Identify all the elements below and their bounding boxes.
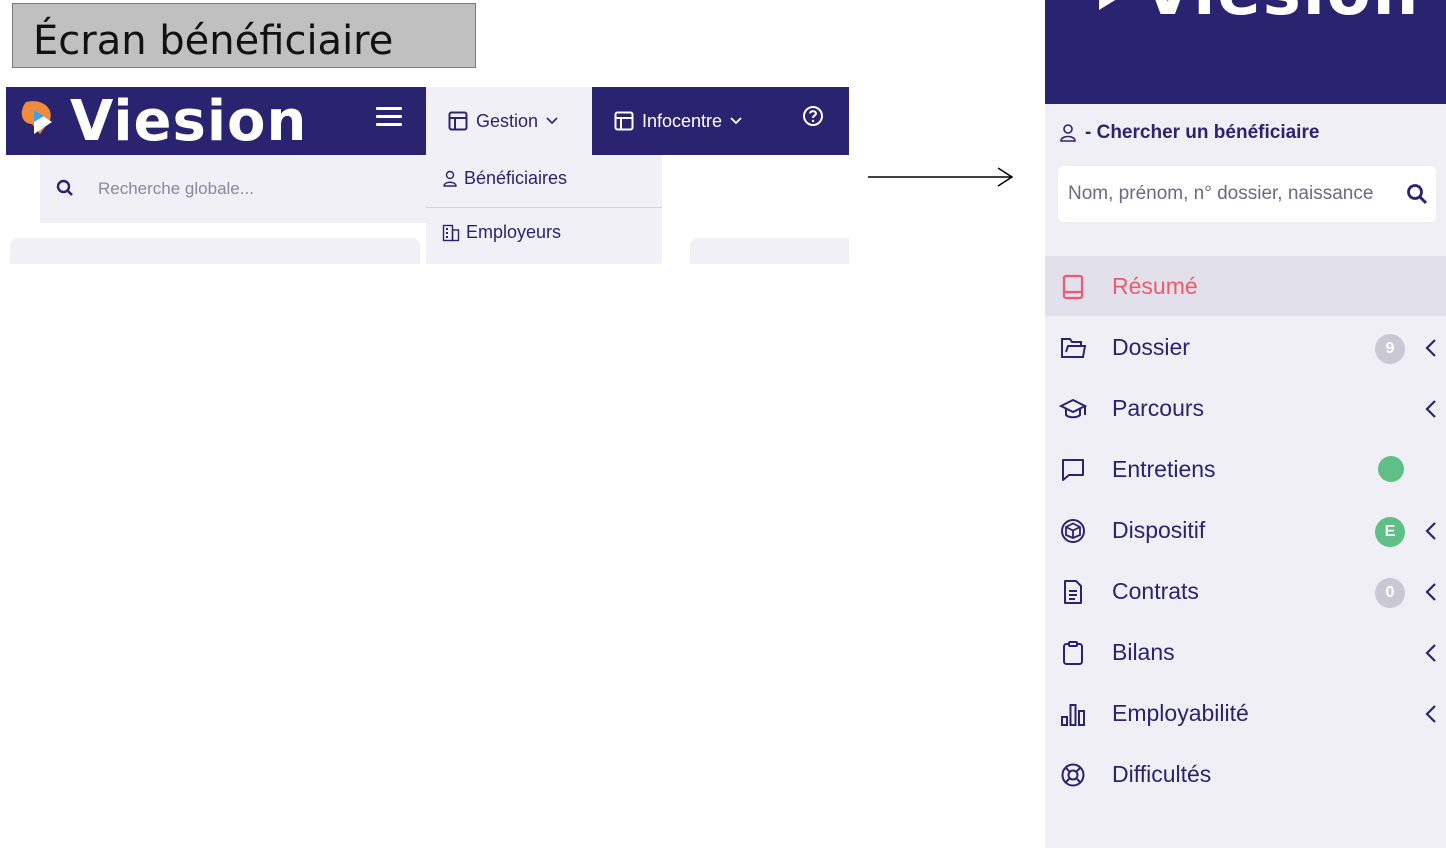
help-circle-icon[interactable] — [802, 105, 824, 127]
sidebar-item-parcours[interactable]: Parcours — [1045, 378, 1446, 438]
status-dot — [1378, 456, 1404, 482]
nav-gestion[interactable]: Gestion — [426, 87, 592, 155]
lifebuoy-icon — [1061, 763, 1085, 787]
nav-infocentre[interactable]: Infocentre — [614, 87, 742, 155]
global-search-input[interactable]: Recherche globale... — [40, 155, 428, 223]
sidebar-item-employabilite[interactable]: Employabilité — [1045, 683, 1446, 743]
status-badge: E — [1375, 517, 1405, 547]
sidebar-item-label: Contrats — [1112, 578, 1199, 604]
chevron-left-icon[interactable] — [1423, 581, 1439, 603]
building-icon — [442, 224, 460, 241]
user-icon — [443, 170, 457, 187]
chevron-left-icon[interactable] — [1423, 337, 1439, 359]
chevron-down-icon — [730, 117, 742, 125]
search-icon[interactable] — [1406, 183, 1428, 205]
sidebar-item-dispositif[interactable]: Dispositif E — [1045, 500, 1446, 560]
sidebar-item-entretiens[interactable]: Entretiens — [1045, 439, 1446, 499]
chevron-left-icon[interactable] — [1423, 703, 1439, 725]
nav-gestion-label: Gestion — [476, 110, 539, 131]
menu-item-label: Bénéficiaires — [464, 168, 568, 188]
user-icon — [1060, 124, 1076, 142]
sidebar-header: Viesion — [1045, 0, 1446, 104]
beneficiary-search-placeholder: Nom, prénom, n° dossier, naissance — [1068, 183, 1374, 204]
book-icon — [1062, 274, 1084, 300]
top-navbar: Viesion Gestion Infocentre — [6, 87, 849, 155]
chevron-left-icon[interactable] — [1423, 642, 1439, 664]
sidebar-item-label: Parcours — [1112, 395, 1205, 421]
search-beneficiary-label: - Chercher un bénéficiaire — [1059, 122, 1319, 144]
sidebar-item-resume[interactable]: Résumé — [1045, 256, 1446, 316]
gestion-dropdown: Bénéficiaires Employeurs — [426, 155, 662, 265]
chevron-down-icon — [546, 117, 558, 125]
crop-edge — [0, 264, 870, 276]
sidebar-item-label: Difficultés — [1112, 761, 1212, 787]
search-icon — [56, 179, 73, 196]
menu-item-employeurs[interactable]: Employeurs — [442, 222, 561, 243]
menu-item-beneficiaires[interactable]: Bénéficiaires — [442, 168, 567, 189]
search-beneficiary-text: - Chercher un bénéficiaire — [1085, 122, 1320, 143]
sidebar-item-label: Bilans — [1112, 639, 1175, 665]
document-icon — [1064, 580, 1082, 604]
hamburger-menu-icon[interactable] — [376, 107, 402, 129]
chat-icon — [1062, 459, 1084, 481]
logo-icon — [21, 101, 52, 134]
count-badge: 9 — [1375, 334, 1405, 364]
sidebar-item-difficultes[interactable]: Difficultés — [1045, 744, 1446, 804]
chevron-left-icon[interactable] — [1423, 398, 1439, 420]
chevron-left-icon[interactable] — [1423, 520, 1439, 542]
logo-text: Viesion — [70, 89, 308, 154]
menu-item-label: Employeurs — [466, 222, 562, 242]
sidebar-item-dossier[interactable]: Dossier 9 — [1045, 317, 1446, 377]
divider — [426, 207, 662, 208]
arrow-right-icon — [868, 167, 1014, 187]
logo-icon — [1099, 0, 1116, 10]
sidebar-item-label: Résumé — [1112, 273, 1198, 299]
nav-infocentre-label: Infocentre — [642, 110, 723, 131]
beneficiary-sidebar: Viesion - Chercher un bénéficiaire Nom, … — [1045, 0, 1446, 848]
caption-label: Écran bénéficiaire — [12, 3, 476, 68]
bar-chart-icon — [1061, 704, 1085, 726]
sidebar-item-label: Dossier — [1112, 334, 1190, 360]
beneficiary-search-input[interactable]: Nom, prénom, n° dossier, naissance — [1058, 166, 1436, 222]
clipboard-icon — [1063, 641, 1083, 665]
sidebar-item-contrats[interactable]: Contrats 0 — [1045, 561, 1446, 621]
graduation-cap-icon — [1059, 398, 1087, 419]
logo-text: Viesion — [1143, 0, 1420, 30]
sidebar-item-label: Dispositif — [1112, 517, 1206, 543]
folder-icon — [1061, 338, 1087, 358]
cube-icon — [1061, 519, 1085, 543]
layout-icon — [614, 111, 634, 131]
sidebar-item-bilans[interactable]: Bilans — [1045, 622, 1446, 682]
count-badge: 0 — [1375, 578, 1405, 608]
sidebar-item-label: Entretiens — [1112, 456, 1216, 482]
global-search-placeholder: Recherche globale... — [98, 179, 254, 198]
sidebar-item-label: Employabilité — [1112, 700, 1249, 726]
layout-icon — [448, 111, 468, 131]
